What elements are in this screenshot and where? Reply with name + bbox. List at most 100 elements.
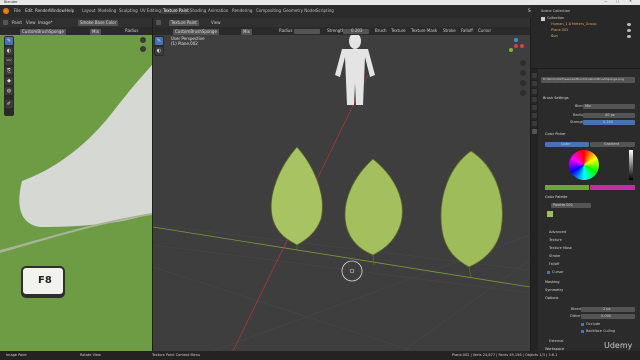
editor-type-icon[interactable] bbox=[3, 20, 8, 25]
close-button[interactable]: ✕ bbox=[629, 0, 632, 4]
render-tab-icon[interactable] bbox=[532, 81, 537, 86]
viewport-soften-tool-icon[interactable]: ◐ bbox=[155, 47, 163, 55]
strength-field[interactable]: 0.203 bbox=[583, 120, 635, 125]
image-blend-selector[interactable]: Mix bbox=[90, 28, 101, 35]
brush-path-field[interactable]: D:\Work\2023\Leaves\Brush\CustomBrushSpo… bbox=[541, 77, 635, 83]
texture-tab-icon[interactable] bbox=[532, 129, 537, 134]
image-name-field[interactable]: Smoke Base Color bbox=[78, 20, 119, 26]
minimize-button[interactable]: — bbox=[604, 0, 608, 4]
menu-file[interactable]: File bbox=[14, 9, 21, 13]
falloff-menu[interactable]: Falloff bbox=[461, 29, 473, 33]
brush-settings-header[interactable]: Brush Settings bbox=[543, 96, 569, 101]
outliner-item-plane[interactable]: Plane.002 bbox=[551, 28, 568, 33]
radius-field[interactable]: 40 px bbox=[583, 113, 635, 118]
blender-logo-icon[interactable] bbox=[3, 8, 9, 14]
dither-field[interactable]: 0.000 bbox=[581, 314, 635, 319]
masking-header[interactable]: Masking bbox=[545, 280, 559, 285]
output-tab-icon[interactable] bbox=[532, 89, 537, 94]
visibility-eye-icon[interactable] bbox=[627, 35, 631, 38]
tab-scripting[interactable]: Scripting bbox=[316, 9, 334, 13]
modifier-tab-icon[interactable] bbox=[532, 121, 537, 126]
fill-tool-icon[interactable]: ◆ bbox=[5, 77, 13, 85]
palette-selector[interactable]: Palette.001 bbox=[551, 203, 591, 208]
soften-tool-icon[interactable]: ◐ bbox=[5, 47, 13, 55]
options-header[interactable]: Options bbox=[545, 296, 559, 301]
smear-tool-icon[interactable]: 〰 bbox=[5, 57, 13, 65]
stroke-menu[interactable]: Stroke bbox=[443, 29, 456, 33]
scene-tab-icon[interactable] bbox=[532, 97, 537, 102]
maximize-button[interactable]: □ bbox=[616, 0, 619, 4]
texture-mask-menu[interactable]: Texture Mask bbox=[411, 29, 437, 33]
image-menu[interactable]: Image* bbox=[38, 21, 53, 25]
navigation-gizmo[interactable] bbox=[507, 37, 525, 55]
image-pan-icon[interactable] bbox=[140, 46, 146, 52]
bleed-field[interactable]: 2 px bbox=[581, 307, 635, 312]
image-brush-selector[interactable]: CustomBrushSponge bbox=[20, 28, 66, 35]
color-picker-header[interactable]: Color Picker bbox=[545, 132, 566, 137]
tab-uv-editing[interactable]: UV Editing bbox=[140, 9, 161, 13]
viewport-mode-selector[interactable]: Texture Paint bbox=[169, 20, 199, 26]
viewport-blend-selector[interactable]: Mix bbox=[241, 28, 252, 35]
cursor-section[interactable]: Cursor bbox=[552, 270, 564, 275]
viewport-view-menu[interactable]: View bbox=[211, 21, 221, 25]
object-tab-icon[interactable] bbox=[532, 113, 537, 118]
viewport-editor-type-icon[interactable] bbox=[156, 20, 161, 25]
secondary-color-swatch[interactable] bbox=[590, 185, 635, 190]
outliner-item-sun[interactable]: Sun bbox=[551, 34, 558, 39]
tab-geometry-nodes[interactable]: Geometry Nodes bbox=[283, 9, 317, 13]
image-paint-mode[interactable]: Paint bbox=[12, 21, 22, 25]
texture-mask-section[interactable]: Texture Mask bbox=[549, 246, 572, 251]
outliner-item-human[interactable]: Human_1.8 Meters_Group bbox=[551, 22, 596, 27]
cursor-checkbox[interactable] bbox=[547, 271, 550, 274]
menu-edit[interactable]: Edit bbox=[25, 9, 33, 13]
clone-tool-icon[interactable]: ⎘ bbox=[5, 67, 13, 75]
primary-color-swatch[interactable] bbox=[545, 185, 589, 190]
color-palette-header[interactable]: Color Palette bbox=[545, 195, 567, 200]
falloff-section[interactable]: Falloff bbox=[549, 262, 559, 267]
viewport-draw-tool-icon[interactable]: ✎ bbox=[155, 37, 163, 45]
color-tab[interactable]: Color bbox=[545, 142, 589, 147]
draw-tool-icon[interactable]: ✎ bbox=[5, 37, 13, 45]
zoom-view-icon[interactable] bbox=[520, 60, 526, 66]
menu-window[interactable]: Window bbox=[49, 9, 65, 13]
tab-shading[interactable]: Shading bbox=[190, 9, 206, 13]
outliner-item-collection[interactable]: Collection bbox=[547, 16, 564, 21]
viewport-strength-field[interactable]: 0.203 bbox=[343, 28, 369, 34]
brush-menu[interactable]: Brush bbox=[375, 29, 387, 33]
pan-view-icon[interactable] bbox=[520, 70, 526, 76]
visibility-eye-icon[interactable] bbox=[627, 23, 631, 26]
cursor-menu[interactable]: Cursor bbox=[478, 29, 491, 33]
backface-culling-checkbox[interactable] bbox=[581, 330, 584, 333]
world-tab-icon[interactable] bbox=[532, 105, 537, 110]
perspective-toggle-icon[interactable] bbox=[520, 90, 526, 96]
blend-field[interactable]: Mix bbox=[583, 104, 635, 109]
stroke-section[interactable]: Stroke bbox=[549, 254, 560, 259]
tab-texture-paint[interactable]: Texture Paint bbox=[161, 8, 191, 14]
3d-viewport[interactable]: User Perspective (1) Plane.002 bbox=[153, 35, 530, 351]
color-wheel[interactable] bbox=[569, 150, 599, 180]
viewport-radius-field[interactable] bbox=[294, 28, 320, 34]
texture-section[interactable]: Texture bbox=[549, 238, 562, 243]
tab-compositing[interactable]: Compositing bbox=[256, 9, 281, 13]
tool-tab-icon[interactable] bbox=[532, 73, 537, 78]
texture-menu[interactable]: Texture bbox=[391, 29, 406, 33]
menu-render[interactable]: Render bbox=[35, 9, 49, 13]
mask-tool-icon[interactable]: ◍ bbox=[5, 87, 13, 95]
tab-modeling[interactable]: Modeling bbox=[98, 9, 116, 13]
occlude-checkbox[interactable] bbox=[581, 323, 584, 326]
visibility-eye-icon[interactable] bbox=[627, 29, 631, 32]
image-editor-canvas[interactable] bbox=[0, 35, 152, 351]
menu-help[interactable]: Help bbox=[65, 9, 74, 13]
image-view-menu[interactable]: View bbox=[26, 21, 36, 25]
tab-sculpting[interactable]: Sculpting bbox=[119, 9, 138, 13]
tab-animation[interactable]: Animation bbox=[208, 9, 228, 13]
annotate-tool-icon[interactable]: ✐ bbox=[5, 100, 13, 108]
gradient-tab[interactable]: Gradient bbox=[590, 142, 635, 147]
advanced-section[interactable]: Advanced bbox=[549, 230, 566, 235]
symmetry-header[interactable]: Symmetry bbox=[545, 288, 563, 293]
tab-layout[interactable]: Layout bbox=[82, 9, 96, 13]
palette-swatch[interactable] bbox=[547, 211, 553, 217]
image-zoom-icon[interactable] bbox=[140, 37, 146, 43]
external-section[interactable]: External bbox=[549, 339, 564, 344]
value-slider[interactable] bbox=[629, 150, 633, 180]
